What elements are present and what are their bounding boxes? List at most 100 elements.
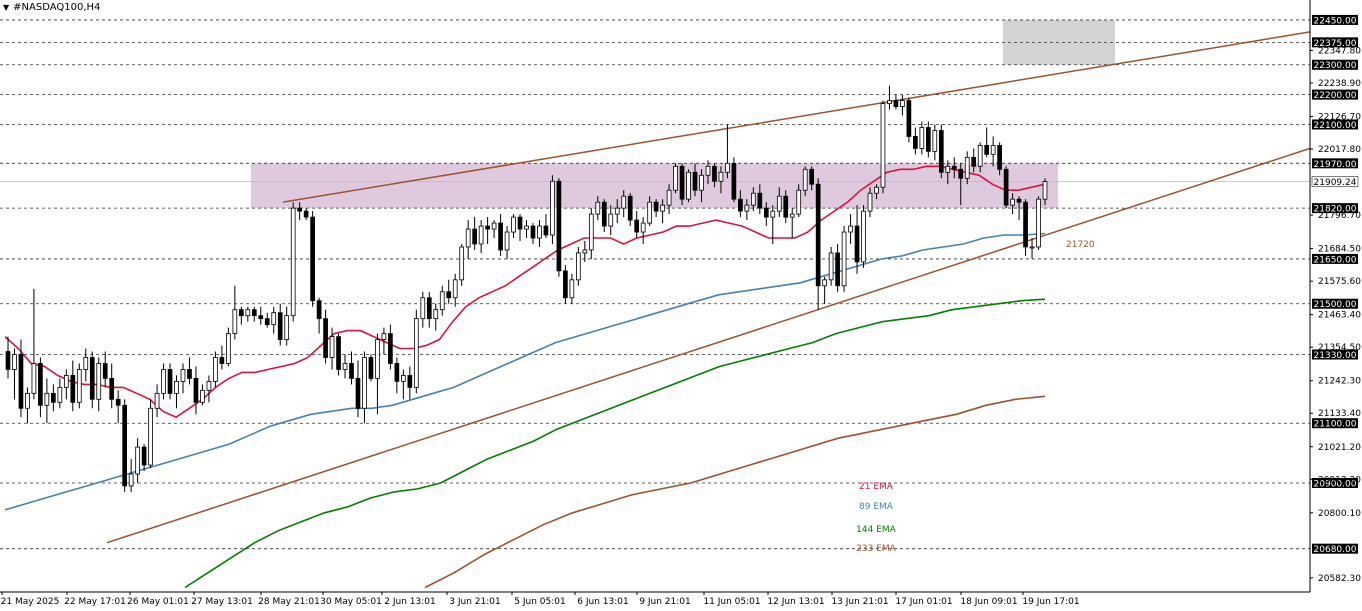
- candle-body: [375, 339, 380, 379]
- candle-body: [990, 145, 996, 155]
- level-label: 21650.00: [1314, 255, 1357, 265]
- candle-body: [1023, 201, 1028, 248]
- candle: [245, 306, 251, 322]
- candle: [731, 157, 737, 203]
- candle: [238, 306, 244, 325]
- candle-body: [511, 216, 516, 233]
- candle-body: [115, 398, 121, 406]
- candle: [161, 363, 166, 400]
- candle-body: [452, 279, 458, 299]
- candle-body: [796, 189, 802, 215]
- ema89-line: [4, 232, 1046, 511]
- candle: [375, 333, 380, 415]
- candle-body: [750, 192, 756, 206]
- candle-body: [329, 336, 335, 358]
- candle: [206, 375, 212, 403]
- candle: [673, 163, 678, 194]
- candle-body: [692, 171, 698, 191]
- candle-body: [472, 228, 477, 245]
- candle-body: [161, 369, 166, 394]
- candle: [588, 208, 594, 259]
- candle: [478, 220, 484, 253]
- candle: [284, 306, 290, 346]
- candle-body: [102, 363, 108, 379]
- candle-body: [51, 392, 56, 403]
- candle-body: [828, 252, 834, 281]
- candle: [543, 214, 549, 239]
- candle-body: [997, 145, 1002, 170]
- candle-body: [426, 297, 432, 320]
- candle: [349, 351, 354, 385]
- candle-body: [109, 378, 115, 400]
- candle-body: [744, 204, 750, 212]
- candle: [38, 357, 43, 418]
- candle-body: [38, 363, 43, 406]
- candle: [511, 214, 516, 239]
- level-label: 22300.00: [1314, 61, 1357, 71]
- candle-body: [906, 100, 912, 137]
- candle-body: [504, 231, 510, 251]
- candle-body: [614, 207, 620, 215]
- candle: [1003, 166, 1009, 209]
- candle-body: [971, 156, 977, 167]
- candle-body: [679, 165, 685, 200]
- candle-body: [770, 210, 776, 218]
- candle: [938, 124, 944, 179]
- candle: [653, 199, 659, 218]
- candle-body: [666, 189, 672, 206]
- candle: [433, 303, 439, 331]
- candle: [251, 306, 257, 322]
- candle-body: [251, 309, 257, 317]
- candle-body: [517, 216, 523, 230]
- candle: [141, 444, 147, 472]
- y-tick-label: 20582.30: [1318, 574, 1361, 584]
- x-tick-label: 11 Jun 05:01: [703, 597, 760, 607]
- candle: [102, 351, 108, 388]
- candle-body: [660, 204, 665, 212]
- candle: [848, 214, 853, 244]
- candle-body: [673, 165, 678, 191]
- candle-body: [919, 127, 925, 149]
- candle: [828, 246, 834, 286]
- y-tick-label: 22017.80: [1318, 145, 1361, 155]
- candle: [219, 345, 225, 370]
- candle-body: [783, 195, 789, 218]
- candle-body: [738, 198, 743, 212]
- y-tick-label: 21575.60: [1318, 277, 1361, 287]
- ema233-line: [424, 395, 1046, 589]
- candle-body: [854, 225, 860, 263]
- candle-body: [342, 363, 348, 370]
- candle: [213, 351, 218, 388]
- candle-body: [148, 407, 153, 466]
- candle-body: [96, 363, 102, 400]
- candle-body: [621, 195, 627, 209]
- candle-body: [485, 225, 490, 230]
- y-tick-label: 22126.70: [1318, 113, 1361, 123]
- candle: [336, 333, 341, 376]
- candle-body: [945, 165, 951, 173]
- candle-body: [757, 192, 763, 209]
- candle: [932, 124, 938, 161]
- candle-body: [925, 127, 931, 152]
- price-chart[interactable]: 22450.0022375.0022300.0022200.0022100.00…: [0, 0, 1362, 611]
- candle-body: [465, 228, 471, 248]
- candle-body: [582, 249, 588, 254]
- candle-body: [459, 246, 465, 281]
- candle-body: [1010, 198, 1015, 206]
- candle-body: [206, 380, 212, 391]
- candle-body: [238, 309, 244, 317]
- candle-body: [44, 392, 50, 406]
- candle: [426, 291, 432, 328]
- x-tick-label: 6 Jun 13:01: [577, 597, 628, 607]
- candle-body: [63, 375, 69, 388]
- candle-body: [174, 380, 179, 394]
- candle: [1023, 199, 1028, 256]
- candle: [686, 169, 691, 203]
- candle-body: [258, 315, 264, 320]
- x-tick-label: 27 May 13:01: [191, 597, 253, 607]
- candle-body: [653, 201, 659, 212]
- candle: [174, 375, 179, 409]
- candle: [193, 366, 199, 415]
- ema144-line: [184, 298, 1046, 589]
- candle-body: [498, 222, 503, 251]
